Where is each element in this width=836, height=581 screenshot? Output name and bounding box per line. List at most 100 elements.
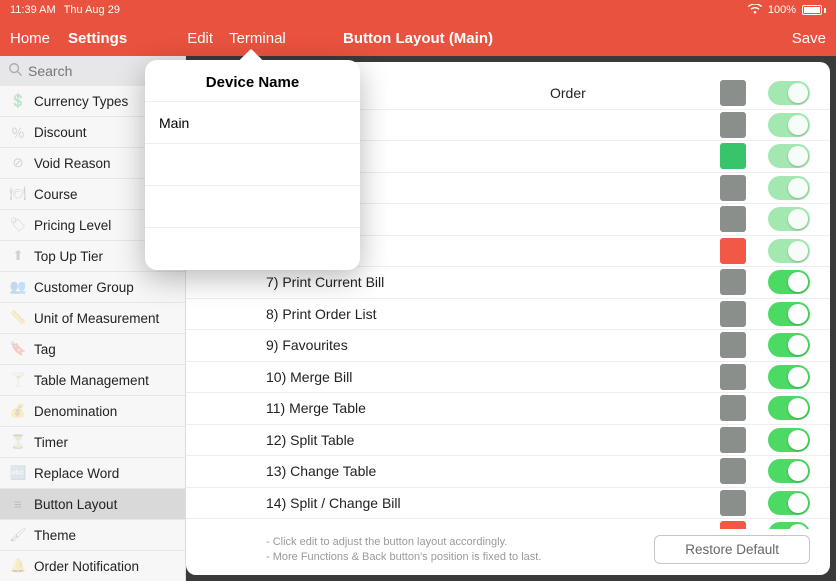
- battery-icon: [802, 5, 826, 15]
- color-swatch[interactable]: [720, 490, 746, 516]
- sidebar-item-unit-of-measurement[interactable]: 📏 Unit of Measurement: [0, 303, 185, 334]
- sidebar-item-table-management[interactable]: 🍸 Table Management: [0, 365, 185, 396]
- sidebar-item-icon: ％: [8, 122, 28, 142]
- visibility-toggle[interactable]: [768, 396, 810, 420]
- battery-percent: 100%: [768, 4, 796, 16]
- popover-empty-row: [145, 186, 360, 228]
- layout-row: 13) Change Table: [186, 456, 830, 488]
- footer-note-2: - More Functions & Back button's positio…: [266, 550, 654, 565]
- visibility-toggle[interactable]: [768, 365, 810, 389]
- visibility-toggle[interactable]: [768, 428, 810, 452]
- sidebar-item-label: Course: [34, 187, 78, 202]
- sidebar-item-tag[interactable]: 🔖 Tag: [0, 334, 185, 365]
- layout-row-label: 8) Print Order List: [266, 306, 720, 322]
- color-swatch[interactable]: [720, 364, 746, 390]
- visibility-toggle[interactable]: [768, 491, 810, 515]
- sidebar-item-label: Denomination: [34, 404, 117, 419]
- sidebar-item-icon: ⊘: [8, 153, 28, 173]
- layout-row-label: 13) Change Table: [266, 463, 720, 479]
- layout-row: 8) Print Order List: [186, 299, 830, 331]
- wifi-icon: [748, 4, 762, 17]
- sidebar-item-label: Top Up Tier: [34, 249, 103, 264]
- sidebar-item-icon: 💲: [8, 91, 28, 111]
- nav-terminal[interactable]: Terminal: [229, 30, 286, 47]
- layout-row-label: 9) Favourites: [266, 337, 720, 353]
- sidebar-item-label: Customer Group: [34, 280, 134, 295]
- layout-row: 9) Favourites: [186, 330, 830, 362]
- sidebar-item-icon: 👥: [8, 277, 28, 297]
- sidebar-item-theme[interactable]: 🖌 Theme: [0, 520, 185, 551]
- popover-item-main[interactable]: Main: [145, 102, 360, 144]
- layout-row-label: 11) Merge Table: [266, 400, 720, 416]
- color-swatch[interactable]: [720, 206, 746, 232]
- sidebar-item-label: Button Layout: [34, 497, 117, 512]
- color-swatch[interactable]: [720, 80, 746, 106]
- color-swatch[interactable]: [720, 301, 746, 327]
- sidebar-item-label: Timer: [34, 435, 68, 450]
- sidebar-item-icon: 🔖: [8, 339, 28, 359]
- sidebar-item-button-layout[interactable]: ≡ Button Layout: [0, 489, 185, 520]
- layout-row: 15) Edit Order: [186, 519, 830, 529]
- sidebar-item-icon: ⬆: [8, 246, 28, 266]
- visibility-toggle[interactable]: [768, 302, 810, 326]
- status-time: 11:39 AM: [10, 4, 56, 16]
- color-swatch[interactable]: [720, 269, 746, 295]
- sidebar-item-label: Void Reason: [34, 156, 111, 171]
- color-swatch[interactable]: [720, 395, 746, 421]
- visibility-toggle: [768, 113, 810, 137]
- sidebar-item-order-notification[interactable]: 🔔 Order Notification: [0, 551, 185, 581]
- sidebar-item-icon: ⏳: [8, 432, 28, 452]
- sidebar-item-icon: 🍸: [8, 370, 28, 390]
- visibility-toggle[interactable]: [768, 522, 810, 529]
- visibility-toggle: [768, 144, 810, 168]
- color-swatch[interactable]: [720, 175, 746, 201]
- color-swatch[interactable]: [720, 238, 746, 264]
- save-button[interactable]: Save: [792, 30, 826, 47]
- sidebar-item-label: Pricing Level: [34, 218, 111, 233]
- nav-home[interactable]: Home: [10, 30, 50, 47]
- layout-row: 14) Split / Change Bill: [186, 488, 830, 520]
- sidebar-item-label: Theme: [34, 528, 76, 543]
- color-swatch[interactable]: [720, 521, 746, 529]
- color-swatch[interactable]: [720, 332, 746, 358]
- sidebar-item-label: Currency Types: [34, 94, 128, 109]
- sidebar-item-timer[interactable]: ⏳ Timer: [0, 427, 185, 458]
- popover-empty-row: [145, 228, 360, 270]
- search-icon: [8, 62, 28, 81]
- sidebar-item-icon: 📏: [8, 308, 28, 328]
- layout-row: 12) Split Table: [186, 425, 830, 457]
- sidebar-item-label: Tag: [34, 342, 56, 357]
- sidebar-item-icon: 🔔: [8, 556, 28, 576]
- sidebar-item-label: Table Management: [34, 373, 149, 388]
- visibility-toggle: [768, 239, 810, 263]
- visibility-toggle[interactable]: [768, 270, 810, 294]
- sidebar-item-icon: 🖌: [8, 525, 28, 545]
- visibility-toggle: [768, 207, 810, 231]
- color-swatch[interactable]: [720, 427, 746, 453]
- layout-row-label: 7) Print Current Bill: [266, 274, 720, 290]
- nav-settings[interactable]: Settings: [68, 30, 127, 47]
- sidebar-item-customer-group[interactable]: 👥 Customer Group: [0, 272, 185, 303]
- sidebar-item-icon: ≡: [8, 494, 28, 514]
- popover-empty-row: [145, 144, 360, 186]
- layout-row: 10) Merge Bill: [186, 362, 830, 394]
- color-swatch[interactable]: [720, 112, 746, 138]
- visibility-toggle[interactable]: [768, 459, 810, 483]
- sidebar-item-denomination[interactable]: 💰Denomination: [0, 396, 185, 427]
- color-swatch[interactable]: [720, 458, 746, 484]
- sidebar-item-icon: 🍽: [8, 184, 28, 204]
- layout-row-label: 14) Split / Change Bill: [266, 495, 720, 511]
- color-swatch[interactable]: [720, 143, 746, 169]
- status-date: Thu Aug 29: [64, 4, 120, 16]
- terminal-popover: Device Name Main: [145, 60, 360, 270]
- sidebar-item-label: Order Notification: [34, 559, 139, 574]
- visibility-toggle[interactable]: [768, 333, 810, 357]
- restore-default-button[interactable]: Restore Default: [654, 535, 810, 564]
- sidebar-item-label: Replace Word: [34, 466, 119, 481]
- nav-edit[interactable]: Edit: [187, 30, 213, 47]
- layout-row: 7) Print Current Bill: [186, 267, 830, 299]
- popover-title: Device Name: [145, 60, 360, 102]
- sidebar-item-label: Unit of Measurement: [34, 311, 159, 326]
- sidebar-item-replace-word[interactable]: 🔤Replace Word: [0, 458, 185, 489]
- layout-row-label: 12) Split Table: [266, 432, 720, 448]
